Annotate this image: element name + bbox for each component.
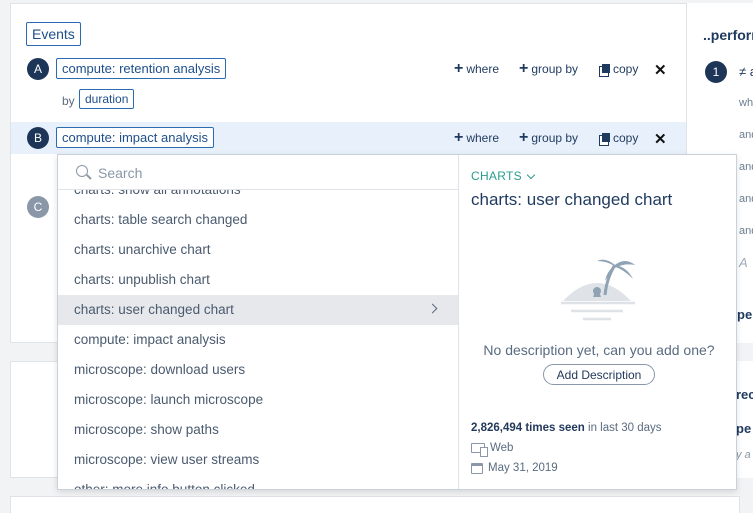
list-item[interactable]: microscope: launch microscope: [58, 385, 458, 415]
condition-label: and: [739, 129, 753, 141]
funnel-panel-title: ..perforr: [703, 27, 753, 43]
group-by-label: group by: [531, 62, 579, 76]
second-panel-label: rec: [736, 387, 753, 402]
seen-period: in last 30 days: [584, 422, 662, 434]
where-button[interactable]: + where: [454, 60, 500, 77]
list-item[interactable]: microscope: view user streams: [58, 445, 458, 475]
group-by-button[interactable]: + group by: [519, 129, 579, 146]
island-illustration-icon: [561, 259, 635, 321]
copy-button[interactable]: copy: [599, 62, 639, 77]
condition-label: and: [739, 225, 753, 237]
second-panel-hint: y a: [736, 449, 751, 461]
third-card: [10, 496, 740, 513]
plus-icon: +: [519, 129, 529, 146]
list-item-label: charts: user changed chart: [74, 302, 234, 317]
group-by-label: group by: [531, 131, 579, 145]
list-item[interactable]: microscope: download users: [58, 355, 458, 385]
group-by-button[interactable]: + group by: [519, 60, 579, 77]
where-label: where: [466, 131, 500, 145]
list-item-active[interactable]: charts: user changed chart: [58, 295, 458, 325]
device-icon: [471, 443, 488, 457]
condition-label: and: [739, 193, 753, 205]
plus-icon: +: [454, 60, 464, 77]
platform-label: Web: [490, 442, 514, 454]
close-icon[interactable]: ✕: [654, 61, 667, 79]
event-detail-panel: CHARTS charts: user changed chart No des…: [458, 155, 736, 489]
row-b-badge: B: [27, 127, 49, 149]
search-icon: [76, 165, 88, 177]
condition-label: whe: [739, 97, 753, 109]
seen-count: 2,826,494 times seen: [471, 422, 585, 434]
row-a-badge: A: [27, 58, 49, 80]
event-selector-b[interactable]: compute: impact analysis: [56, 127, 214, 148]
where-button[interactable]: + where: [454, 129, 500, 146]
date-line: May 31, 2019: [471, 462, 558, 474]
copy-label: copy: [613, 131, 639, 145]
by-label: by: [62, 94, 75, 108]
category-dropdown[interactable]: CHARTS: [471, 169, 536, 183]
add-description-button[interactable]: Add Description: [543, 364, 655, 385]
plus-icon: +: [454, 129, 464, 146]
list-item[interactable]: charts: table search changed: [58, 205, 458, 235]
events-header[interactable]: Events: [26, 22, 81, 46]
step-text[interactable]: ≠ a: [739, 64, 753, 79]
copy-icon: [599, 63, 610, 77]
search-input[interactable]: [98, 163, 438, 183]
add-step-placeholder[interactable]: A: [739, 255, 748, 270]
event-dropdown: charts: show all annotations charts: tab…: [57, 154, 737, 490]
list-item[interactable]: charts: unpublish chart: [58, 265, 458, 295]
plus-icon: +: [519, 60, 529, 77]
list-item[interactable]: other: more info button clicked: [58, 475, 458, 489]
list-item[interactable]: compute: impact analysis: [58, 325, 458, 355]
event-selector-a[interactable]: compute: retention analysis: [56, 58, 227, 79]
event-list: charts: show all annotations charts: tab…: [58, 190, 458, 489]
chevron-right-icon: [427, 303, 438, 314]
copy-icon: [599, 132, 610, 146]
detail-description: No description yet, can you add one?: [483, 342, 715, 358]
step-badge: 1: [705, 61, 727, 83]
date-label: May 31, 2019: [488, 462, 558, 474]
condition-label: and: [739, 161, 753, 173]
detail-title: charts: user changed chart: [471, 190, 673, 209]
search-box: [58, 155, 458, 190]
second-panel-label: pe: [736, 421, 752, 436]
category-label: CHARTS: [471, 169, 522, 183]
list-item[interactable]: charts: show all annotations: [58, 190, 458, 205]
copy-button[interactable]: copy: [599, 131, 639, 146]
chevron-down-icon: [526, 170, 536, 179]
calendar-icon: [471, 462, 483, 474]
row-c-badge: C: [27, 196, 49, 218]
copy-label: copy: [613, 62, 639, 76]
funnel-perf-label: pe: [737, 307, 753, 322]
page: ..perforr 1 ≠ a whe and and and and A pe…: [0, 0, 753, 513]
seen-stats: 2,826,494 times seen in last 30 days: [471, 422, 662, 434]
list-item[interactable]: charts: unarchive chart: [58, 235, 458, 265]
list-item[interactable]: microscope: show paths: [58, 415, 458, 445]
platform-line: Web: [471, 442, 514, 457]
where-label: where: [466, 62, 500, 76]
close-icon[interactable]: ✕: [654, 130, 667, 148]
group-by-tag[interactable]: duration: [79, 89, 135, 109]
